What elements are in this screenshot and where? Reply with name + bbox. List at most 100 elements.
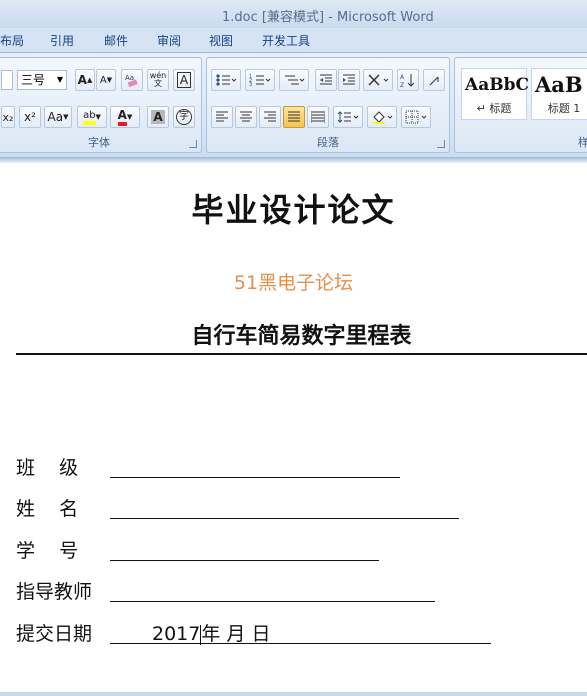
bullets-button[interactable] bbox=[211, 69, 241, 91]
subscript-icon: x₂ bbox=[2, 110, 14, 124]
style-heading-1-name: 标题 1 bbox=[547, 102, 581, 115]
document-page[interactable]: 毕业设计论文 51黑电子论坛 自行车简易数字里程表 班 级 姓 名 学 号 指导… bbox=[0, 163, 587, 696]
chinese-layout-icon bbox=[368, 74, 389, 86]
tab-mailings[interactable]: 邮件 bbox=[104, 32, 128, 49]
field-advisor-line[interactable] bbox=[110, 600, 435, 602]
font-size-value: 三号 bbox=[21, 73, 46, 87]
style-heading[interactable]: AaBbC ↵ 标题 bbox=[461, 68, 529, 120]
numbering-button[interactable]: 123 bbox=[245, 69, 275, 91]
field-student-id-line[interactable] bbox=[110, 559, 379, 561]
eraser-icon: Aa bbox=[125, 74, 138, 88]
char-shading-icon: A bbox=[151, 110, 165, 124]
styles-group: AaBbC ↵ 标题 AaB 标题 1 样 bbox=[454, 57, 587, 153]
svg-text:A: A bbox=[400, 74, 405, 81]
paragraph-group: 123 AZ 段落 bbox=[206, 57, 450, 153]
font-color-icon: A bbox=[117, 108, 127, 126]
styles-group-label: 样 bbox=[578, 136, 587, 149]
highlight-icon: ab bbox=[83, 110, 96, 125]
font-group-label: 字体 bbox=[88, 136, 110, 149]
sort-icon: AZ bbox=[400, 74, 415, 88]
shrink-font-button[interactable]: A ▼ bbox=[96, 69, 116, 91]
line-spacing-button[interactable] bbox=[333, 106, 363, 128]
watermark-text: 51黑电子论坛 bbox=[233, 272, 354, 294]
align-left-button[interactable] bbox=[211, 106, 233, 128]
field-submit-date-value[interactable]: 2017年 月 日 bbox=[152, 619, 270, 646]
field-student-id: 学 号 bbox=[16, 536, 379, 563]
field-name: 姓 名 bbox=[16, 494, 459, 521]
font-size-combo[interactable]: 三号 ▼ bbox=[17, 70, 67, 90]
field-advisor-label: 指导教师 bbox=[16, 581, 93, 603]
distributed-icon bbox=[311, 111, 325, 123]
borders-icon bbox=[405, 110, 427, 124]
char-border-icon: A bbox=[176, 72, 192, 88]
svg-text:3: 3 bbox=[249, 82, 252, 87]
bullets-icon bbox=[216, 74, 237, 86]
tab-view[interactable]: 视图 bbox=[209, 32, 233, 49]
align-left-icon bbox=[216, 111, 228, 122]
distributed-button[interactable] bbox=[307, 106, 329, 128]
phonetic-guide-icon: wén 文 bbox=[149, 71, 167, 88]
font-group: 三号 ▼ A▲ A▼ Aa wén文 A x₂ x² Aa▼ ab▼ bbox=[0, 57, 202, 153]
grow-font-icon: A bbox=[77, 73, 87, 87]
shrink-font-icon: A bbox=[99, 74, 107, 86]
tab-layout[interactable]: 布局 bbox=[0, 32, 24, 49]
phonetic-guide-button[interactable]: wén 文 bbox=[147, 69, 169, 91]
field-class-label: 班 级 bbox=[16, 457, 79, 479]
field-name-line[interactable] bbox=[110, 517, 459, 519]
highlight-button[interactable]: ab ▼ bbox=[77, 106, 107, 128]
field-submit-date: 提交日期 2017年 月 日 bbox=[16, 619, 491, 646]
tab-developer[interactable]: 开发工具 bbox=[262, 32, 310, 49]
char-border-button[interactable]: A bbox=[173, 69, 195, 91]
field-advisor: 指导教师 bbox=[16, 577, 435, 604]
enclose-char-icon: 字 bbox=[176, 109, 192, 125]
change-case-button[interactable]: Aa ▼ bbox=[44, 106, 72, 128]
grow-font-button[interactable]: A ▲ bbox=[75, 69, 95, 91]
title-bar: 1.doc [兼容模式] - Microsoft Word bbox=[0, 0, 587, 28]
font-color-button[interactable]: A ▼ bbox=[110, 106, 140, 128]
field-class-line[interactable] bbox=[110, 476, 400, 478]
subscript-left-button[interactable]: x₂ bbox=[1, 106, 15, 128]
paragraph-mark-icon bbox=[429, 76, 439, 86]
style-heading-name: ↵ 标题 bbox=[476, 102, 512, 115]
superscript-button[interactable]: x² bbox=[19, 106, 41, 128]
font-dialog-launcher-icon[interactable] bbox=[189, 140, 197, 148]
superscript-icon: x² bbox=[24, 110, 36, 124]
field-submit-date-label: 提交日期 bbox=[16, 623, 93, 645]
field-name-label: 姓 名 bbox=[16, 498, 79, 520]
font-name-combo[interactable] bbox=[1, 70, 13, 90]
multilevel-list-icon bbox=[285, 75, 305, 85]
align-center-button[interactable] bbox=[235, 106, 257, 128]
decrease-indent-button[interactable] bbox=[315, 69, 337, 91]
show-marks-button[interactable] bbox=[423, 69, 445, 91]
tab-references[interactable]: 引用 bbox=[50, 32, 74, 49]
paragraph-dialog-launcher-icon[interactable] bbox=[437, 140, 445, 148]
style-heading-sample: AaBbC bbox=[465, 75, 529, 95]
shading-button[interactable] bbox=[367, 106, 397, 128]
align-right-icon bbox=[264, 111, 276, 122]
numbering-icon: 123 bbox=[249, 74, 271, 87]
ribbon: 三号 ▼ A▲ A▼ Aa wén文 A x₂ x² Aa▼ ab▼ bbox=[0, 53, 587, 157]
multilevel-list-button[interactable] bbox=[279, 69, 309, 91]
increase-indent-button[interactable] bbox=[338, 69, 360, 91]
paragraph-group-label: 段落 bbox=[317, 136, 339, 149]
align-right-button[interactable] bbox=[259, 106, 281, 128]
document-title: 毕业设计论文 bbox=[191, 191, 396, 229]
chinese-layout-button[interactable] bbox=[363, 69, 393, 91]
increase-indent-icon bbox=[343, 74, 355, 85]
style-heading-1[interactable]: AaB 标题 1 bbox=[531, 68, 587, 120]
paint-bucket-icon bbox=[372, 111, 393, 124]
svg-text:Z: Z bbox=[400, 82, 404, 88]
decrease-indent-icon bbox=[320, 74, 332, 85]
tab-review[interactable]: 审阅 bbox=[157, 32, 181, 49]
field-class: 班 级 bbox=[16, 453, 400, 480]
enclose-char-button[interactable]: 字 bbox=[173, 106, 195, 128]
sort-button[interactable]: AZ bbox=[397, 69, 419, 91]
chevron-down-icon: ▼ bbox=[56, 75, 63, 84]
justify-icon bbox=[288, 111, 300, 122]
char-shading-button[interactable]: A bbox=[147, 106, 169, 128]
style-heading-1-sample: AaB bbox=[535, 72, 583, 97]
borders-button[interactable] bbox=[401, 106, 431, 128]
thesis-subject: 自行车简易数字里程表 bbox=[16, 323, 587, 355]
justify-button[interactable] bbox=[283, 106, 305, 128]
clear-format-button[interactable]: Aa bbox=[121, 69, 143, 91]
